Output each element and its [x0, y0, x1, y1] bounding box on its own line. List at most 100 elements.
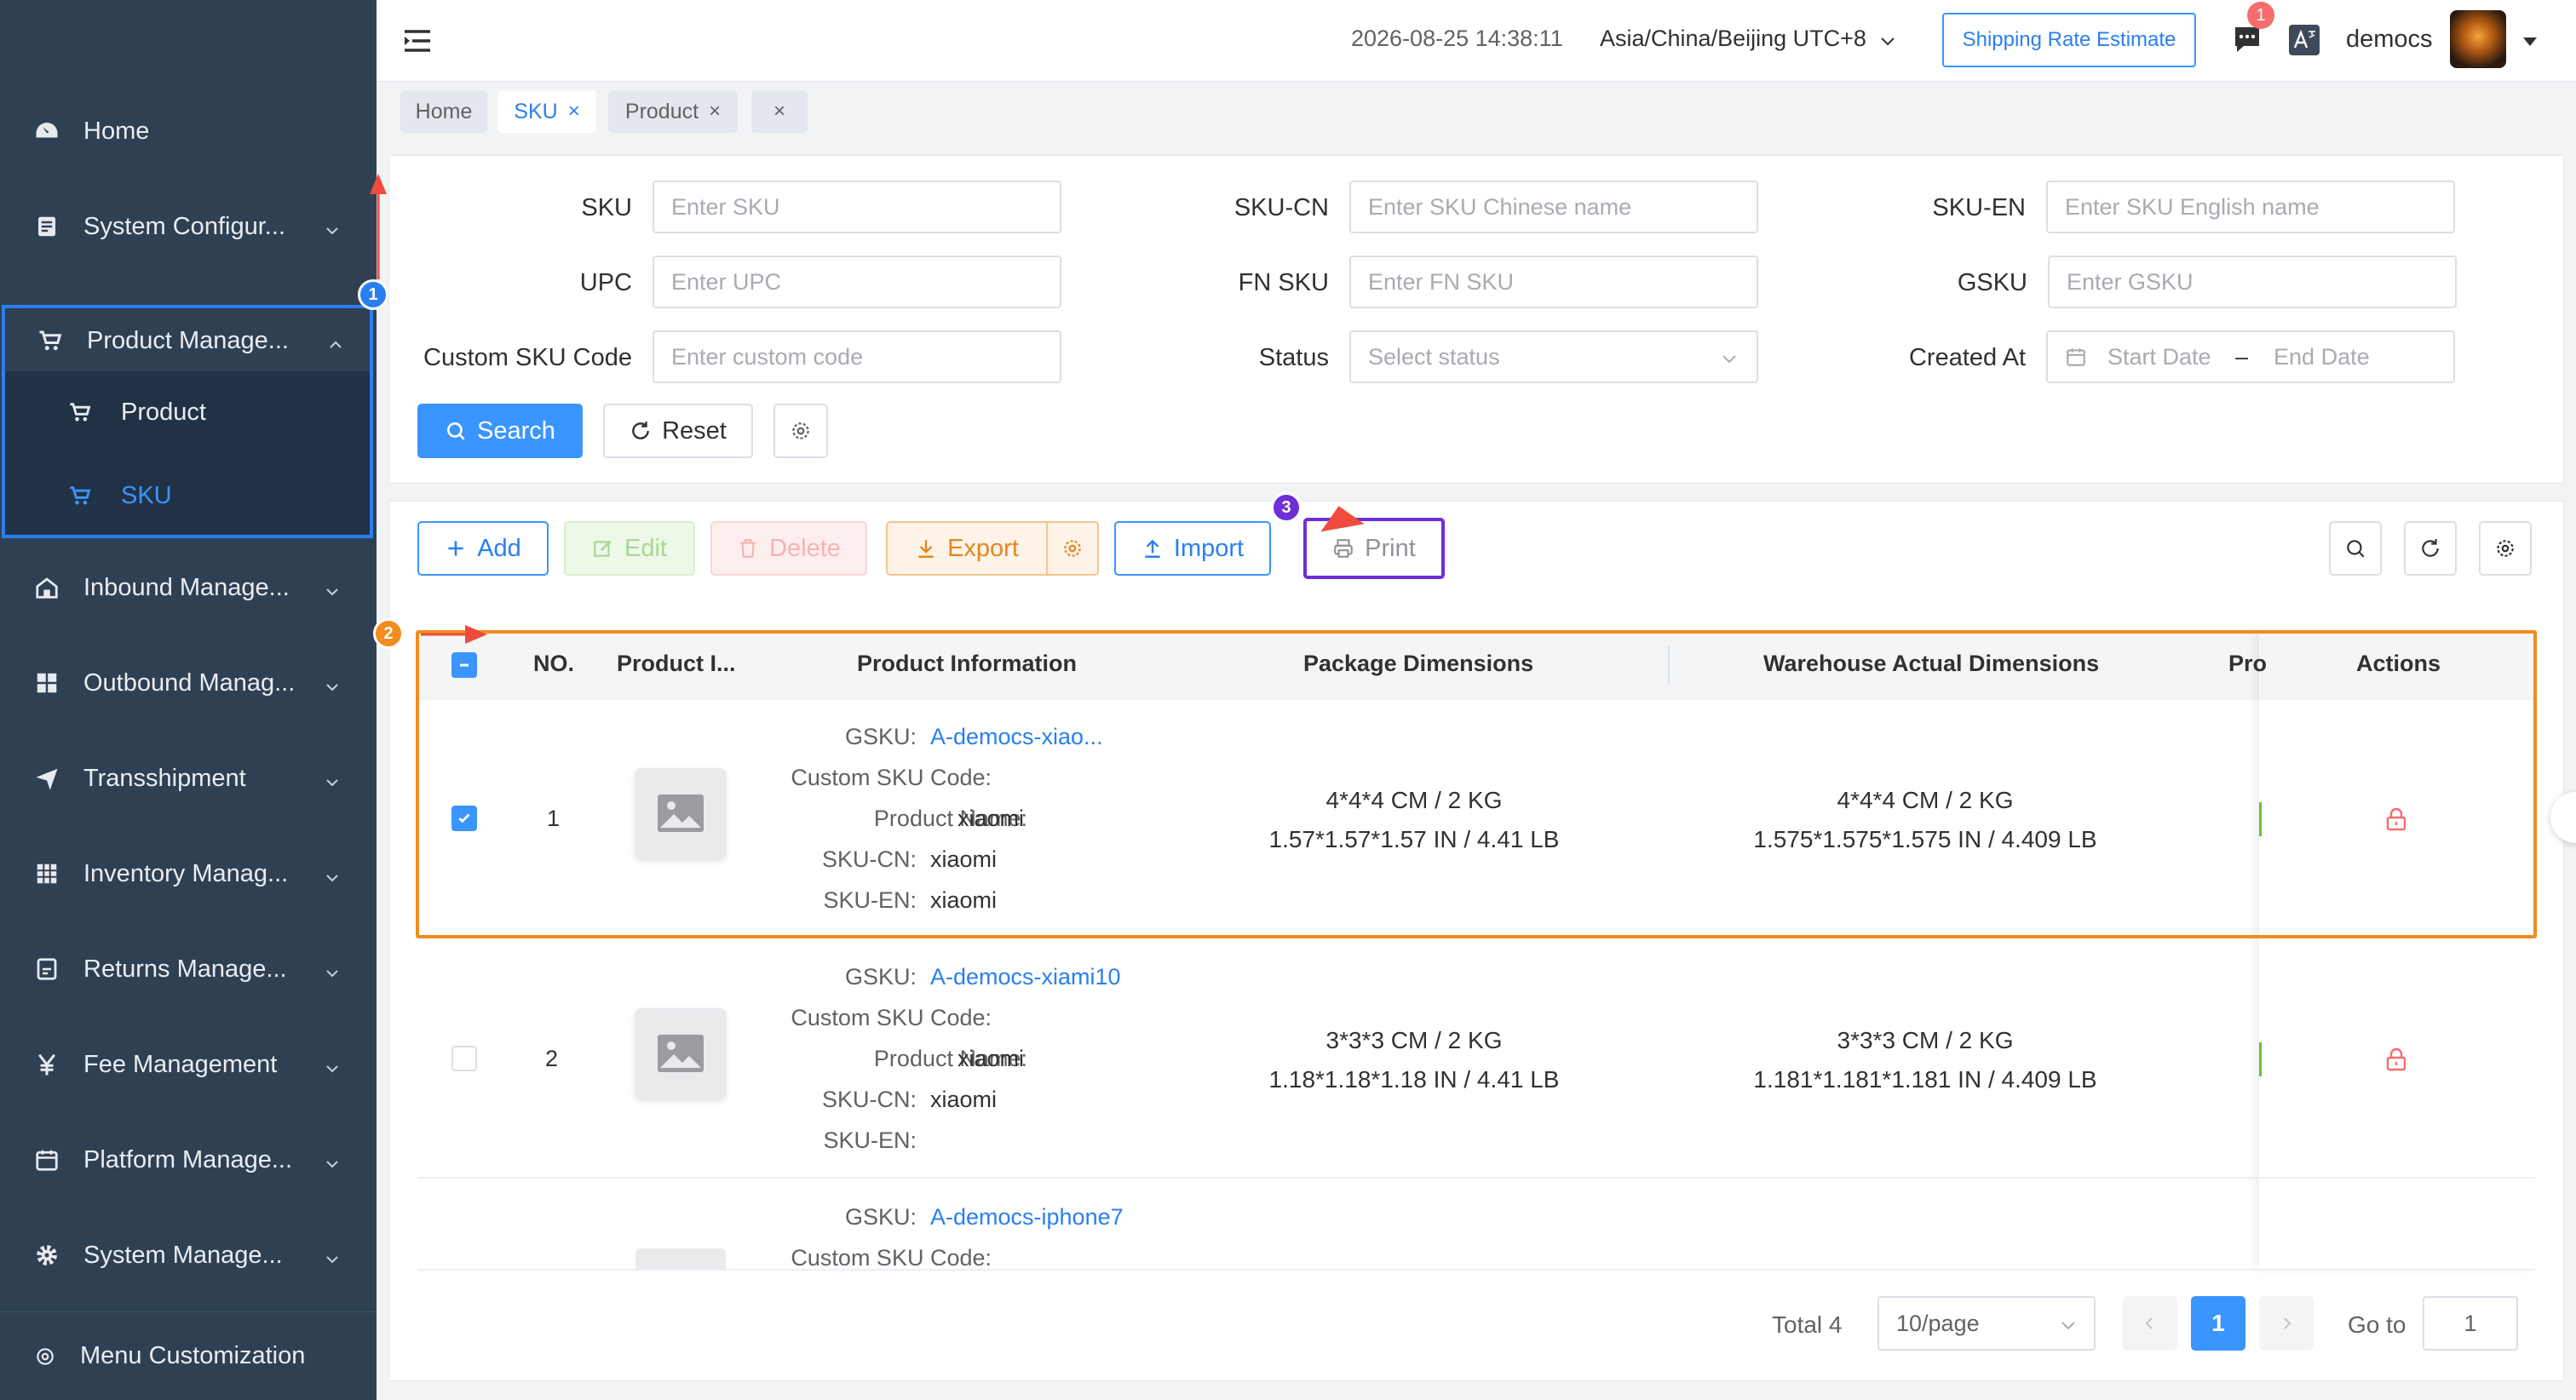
prev-page-button[interactable] [2123, 1296, 2177, 1351]
custom-code-input[interactable]: Enter custom code [653, 330, 1061, 383]
page-size-select[interactable]: 10/page [1877, 1296, 2096, 1351]
sku-label: SKU [581, 194, 632, 221]
end-date-input[interactable]: End Date [2274, 344, 2370, 370]
sidebar-item-label: Fee Management [83, 1050, 278, 1078]
table-bottom-border [417, 1269, 2535, 1271]
close-icon[interactable]: × [709, 100, 721, 123]
chevron-down-icon [324, 961, 341, 978]
gear-icon [2497, 540, 2514, 557]
table-refresh-button[interactable] [2404, 521, 2457, 576]
annotation-badge-1: 1 [358, 279, 388, 310]
gsku-key: GSKU: [844, 1204, 917, 1230]
reset-button[interactable]: Reset [603, 404, 753, 458]
fn-sku-input[interactable]: Enter FN SKU [1349, 255, 1758, 308]
username[interactable]: democs [2346, 26, 2433, 54]
tab-product[interactable]: Product × [608, 90, 738, 133]
start-date-input[interactable]: Start Date [2107, 344, 2235, 370]
sidebar-item-platform[interactable]: Platform Manage... [0, 1112, 377, 1208]
delete-button[interactable]: Delete [710, 521, 867, 576]
sidebar-item-inventory[interactable]: Inventory Manag... [0, 826, 377, 921]
chevron-down-icon [324, 1247, 341, 1264]
current-datetime: 2026-08-25 14:38:11 [1351, 26, 1563, 51]
sidebar-item-system-configuration[interactable]: System Configur... [0, 179, 377, 274]
sku-input[interactable]: Enter SKU [653, 181, 1061, 233]
product-image-placeholder[interactable] [635, 1008, 726, 1099]
document-icon [34, 214, 60, 239]
send-icon [34, 766, 60, 791]
warehouse-metric: 3*3*3 CM / 2 KG [1837, 1027, 2014, 1053]
translate-icon[interactable] [2288, 24, 2320, 56]
date-range-separator: – [2235, 343, 2249, 370]
caret-down-icon[interactable] [2520, 31, 2540, 51]
print-button-label: Print [1365, 534, 1416, 562]
created-at-date-range[interactable]: Start Date – End Date [2046, 330, 2455, 383]
chevron-left-icon [2145, 1317, 2153, 1329]
shipping-rate-estimate-button[interactable]: Shipping Rate Estimate [1942, 13, 2196, 67]
chevron-down-icon [1722, 355, 1736, 364]
tab-bar: Home SKU × Product × × [377, 82, 2576, 155]
menu-customization[interactable]: Menu Customization [0, 1311, 377, 1400]
sidebar-item-outbound[interactable]: Outbound Manag... [0, 635, 377, 731]
chevron-down-icon [324, 579, 341, 596]
upc-input[interactable]: Enter UPC [653, 255, 1061, 308]
upc-label: UPC [579, 269, 632, 296]
gsku-link[interactable]: A-democs-iphone7 [930, 1204, 1124, 1231]
timezone-select[interactable]: Asia/China/Beijing UTC+8 [1600, 26, 1866, 52]
calendar-icon [34, 1147, 60, 1173]
sidebar-subitem-product[interactable]: Product [5, 371, 370, 453]
chevron-down-icon [324, 865, 341, 882]
chevron-down-icon [324, 770, 341, 787]
avatar[interactable] [2450, 10, 2506, 68]
hamburger-menu-icon[interactable] [402, 26, 433, 56]
custom-code-key: Custom SKU Code: [791, 1245, 992, 1271]
return-icon [34, 956, 60, 982]
add-button-label: Add [477, 534, 521, 562]
status-placeholder: Select status [1368, 343, 1500, 370]
next-page-button[interactable] [2259, 1296, 2314, 1351]
sidebar: Home System Configur... Product Manage..… [0, 0, 377, 1400]
annotation-badge-3: 3 [1271, 492, 1302, 523]
warehouse-imperial: 1.181*1.181*1.181 IN / 4.409 LB [1753, 1066, 2097, 1093]
sidebar-subitem-sku[interactable]: SKU [5, 455, 370, 536]
gsku-input[interactable]: Enter GSKU [2048, 255, 2457, 308]
fn-sku-label: FN SKU [1238, 269, 1329, 296]
pagination-total: Total 4 [1772, 1311, 1843, 1338]
sidebar-item-fee-management[interactable]: Fee Management [0, 1017, 377, 1112]
gsku-link[interactable]: A-democs-xiami10 [930, 964, 1121, 990]
add-button[interactable]: Add [417, 521, 549, 576]
sidebar-item-home[interactable]: Home [0, 83, 377, 179]
sku-cn-input[interactable]: Enter SKU Chinese name [1349, 181, 1758, 233]
sidebar-item-label: System Configur... [83, 212, 285, 240]
export-button[interactable]: Export [886, 521, 1048, 576]
tab-home[interactable]: Home [400, 90, 487, 133]
sidebar-item-transshipment[interactable]: Transshipment [0, 731, 377, 826]
row-checkbox[interactable] [451, 1046, 477, 1071]
import-button[interactable]: Import [1114, 521, 1271, 576]
search-icon [447, 422, 465, 440]
table-search-button[interactable] [2329, 521, 2382, 576]
close-icon[interactable]: × [568, 100, 580, 123]
sidebar-item-inbound[interactable]: Inbound Manage... [0, 540, 377, 635]
sidebar-item-label: Product Manage... [87, 326, 289, 354]
export-settings-button[interactable] [1046, 521, 1099, 576]
product-image-placeholder [635, 1248, 726, 1269]
row-number: 2 [545, 1046, 559, 1071]
page-1-button[interactable]: 1 [2191, 1296, 2245, 1351]
close-all-tabs-button[interactable]: × [751, 90, 808, 133]
edit-button[interactable]: Edit [564, 521, 695, 576]
sidebar-item-system-management[interactable]: System Manage... [0, 1208, 377, 1303]
search-button[interactable]: Search [417, 404, 583, 458]
filter-settings-button[interactable] [773, 404, 828, 458]
product-name-value: xiaomi [957, 1046, 1025, 1071]
goto-page-input[interactable]: 1 [2423, 1296, 2518, 1351]
tab-sku[interactable]: SKU × [497, 90, 596, 133]
sku-en-input[interactable]: Enter SKU English name [2046, 181, 2455, 233]
sidebar-item-returns[interactable]: Returns Manage... [0, 921, 377, 1017]
sku-en-label: SKU-EN [1932, 194, 2026, 221]
calendar-icon [2067, 348, 2085, 366]
status-select[interactable]: Select status [1349, 330, 1758, 383]
sidebar-item-label: Outbound Manag... [83, 668, 296, 697]
row-divider [417, 1177, 2535, 1179]
table-settings-button[interactable] [2479, 521, 2532, 576]
lock-icon[interactable] [2385, 1047, 2407, 1071]
